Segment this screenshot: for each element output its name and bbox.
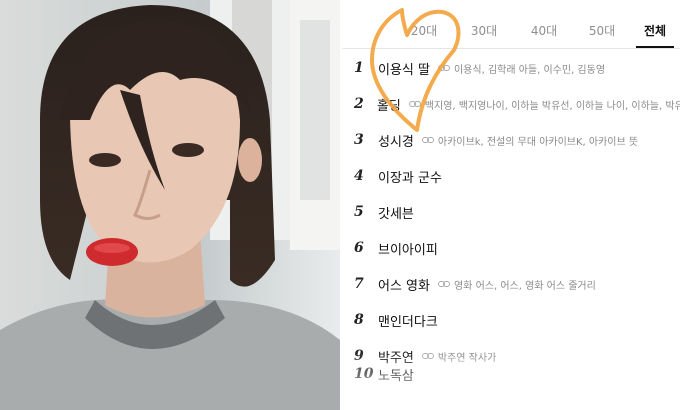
ranking-item[interactable]: 8 맨인더다크 (342, 302, 680, 338)
tab-20s[interactable]: 20대 (400, 14, 448, 48)
rank-number: 8 (354, 312, 364, 328)
ranking-item[interactable]: 1 이용식 딸 이용식, 김학래 아들, 이수민, 김동영 (342, 50, 680, 86)
rank-keyword[interactable]: 이용식 딸 (378, 59, 430, 78)
tab-30s[interactable]: 30대 (460, 14, 508, 48)
rank-number: 10 (354, 366, 374, 382)
link-icon (408, 101, 421, 107)
tab-all[interactable]: 전체 (636, 14, 674, 48)
rank-keyword[interactable]: 홀딩 (377, 95, 401, 114)
rank-number: 2 (354, 96, 364, 112)
link-icon (437, 65, 450, 71)
rank-keyword[interactable]: 노독삼 (378, 365, 414, 384)
related-keywords-text: 백지영, 백지영나이, 이하늘 박유선, 이하늘 나이, 이하늘, 박유... (424, 100, 680, 112)
related-keywords[interactable]: 아카이브k, 전설의 무대 아카이브K, 아카이브 뜻 (421, 133, 639, 148)
ranking-item[interactable]: 4 이장과 군수 (342, 158, 680, 194)
link-icon (437, 281, 450, 287)
rank-keyword[interactable]: 갓세븐 (378, 203, 414, 222)
related-keywords[interactable]: 백지영, 백지영나이, 이하늘 박유선, 이하늘 나이, 이하늘, 박유... (408, 97, 680, 112)
rank-number: 4 (354, 168, 364, 184)
related-keywords-text: 영화 어스, 어스, 영화 어스 줄거리 (453, 280, 596, 292)
ranking-item[interactable]: 10 노독삼 (342, 360, 680, 388)
related-keywords[interactable]: 영화 어스, 어스, 영화 어스 줄거리 (437, 277, 596, 292)
rank-number: 5 (354, 204, 364, 220)
rank-number: 6 (354, 240, 364, 256)
rank-keyword[interactable]: 어스 영화 (378, 275, 430, 294)
selfie-photo (0, 0, 340, 410)
rank-number: 7 (354, 276, 364, 292)
rank-keyword[interactable]: 이장과 군수 (378, 167, 442, 186)
rank-keyword[interactable]: 성시경 (378, 131, 414, 150)
ranking-item[interactable]: 6 브이아이피 (342, 230, 680, 266)
link-icon (421, 353, 434, 359)
related-keywords-text: 이용식, 김학래 아들, 이수민, 김동영 (453, 64, 606, 76)
tab-40s[interactable]: 40대 (520, 14, 568, 48)
related-keywords-text: 아카이브k, 전설의 무대 아카이브K, 아카이브 뜻 (437, 136, 639, 148)
rank-keyword[interactable]: 브이아이피 (378, 239, 438, 258)
related-keywords[interactable]: 이용식, 김학래 아들, 이수민, 김동영 (437, 61, 606, 76)
search-ranking-panel: 20대 30대 40대 50대 전체 1 이용식 딸 이용식, 김학래 아들, … (342, 0, 680, 410)
ranking-item[interactable]: 2 홀딩 백지영, 백지영나이, 이하늘 박유선, 이하늘 나이, 이하늘, 박… (342, 86, 680, 122)
ranking-item[interactable]: 7 어스 영화 영화 어스, 어스, 영화 어스 줄거리 (342, 266, 680, 302)
ranking-item[interactable]: 5 갓세븐 (342, 194, 680, 230)
age-filter-tabs: 20대 30대 40대 50대 전체 (342, 14, 680, 49)
rank-keyword[interactable]: 맨인더다크 (378, 311, 438, 330)
rank-number: 1 (354, 60, 364, 76)
rank-number: 3 (354, 132, 364, 148)
tab-50s[interactable]: 50대 (578, 14, 626, 48)
link-icon (421, 137, 434, 143)
ranking-item[interactable]: 3 성시경 아카이브k, 전설의 무대 아카이브K, 아카이브 뜻 (342, 122, 680, 158)
